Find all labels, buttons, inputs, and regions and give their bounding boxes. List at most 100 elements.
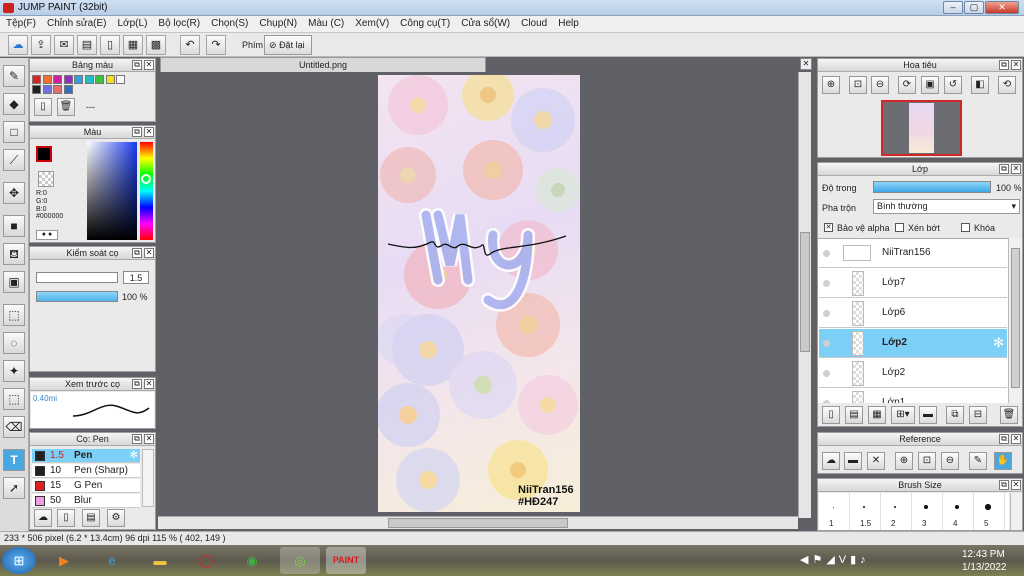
duplicate-layer-icon[interactable]: ⧉ [946, 406, 964, 424]
vertical-scrollbar[interactable] [798, 72, 811, 518]
ref-hand-icon[interactable]: ✋ [994, 452, 1012, 470]
navigator-preview[interactable] [881, 100, 962, 156]
layer-opacity-slider[interactable] [873, 181, 991, 193]
palette-swatch[interactable] [116, 75, 125, 84]
visibility-toggle[interactable] [823, 370, 830, 377]
detach-icon[interactable]: ⧉ [132, 60, 142, 70]
detach-icon[interactable]: ⧉ [999, 434, 1009, 444]
menu-item-7[interactable]: Xem(V) [349, 16, 394, 29]
detach-icon[interactable]: ⧉ [132, 379, 142, 389]
clip-checkbox[interactable] [895, 223, 904, 232]
brush-tool-icon[interactable]: ✎ [3, 65, 25, 87]
visibility-toggle[interactable] [823, 310, 830, 317]
menu-item-5[interactable]: Chụp(N) [253, 16, 302, 29]
palette-swatch[interactable] [42, 75, 52, 84]
chrome-icon[interactable]: ◉ [232, 547, 272, 574]
select-rect-tool-icon[interactable]: ⬚ [3, 304, 25, 326]
reset-button[interactable]: ⊘ Đặt lại [264, 35, 312, 55]
maximize-button[interactable]: ▢ [964, 1, 984, 14]
detach-icon[interactable]: ⧉ [999, 480, 1009, 490]
hue-slider[interactable] [140, 142, 153, 240]
brush-cloud-icon[interactable]: ☁ [34, 509, 52, 527]
media-player-icon[interactable]: ▶ [44, 547, 84, 574]
page-icon[interactable]: ▯ [100, 35, 120, 55]
undo-icon[interactable]: ↶ [180, 35, 200, 55]
horizontal-scroll-thumb[interactable] [388, 518, 568, 528]
brush-size-slider[interactable] [36, 272, 118, 283]
menu-item-3[interactable]: Bộ lọc(R) [152, 16, 205, 29]
palette-swatch[interactable] [53, 75, 62, 84]
lock-checkbox[interactable] [961, 223, 970, 232]
close-button[interactable]: ✕ [985, 1, 1019, 14]
menu-item-2[interactable]: Lớp(L) [112, 16, 153, 29]
rotate-icon[interactable]: ⟳ [898, 76, 916, 94]
palette-swatch[interactable] [84, 75, 94, 84]
color-field[interactable] [87, 142, 137, 240]
visibility-toggle[interactable] [823, 400, 830, 403]
refresh-icon[interactable]: ⟲ [998, 76, 1016, 94]
ref-cloud-icon[interactable]: ☁ [822, 452, 840, 470]
palette-swatch[interactable] [74, 75, 83, 84]
merge-layer-icon[interactable]: ⊟ [969, 406, 987, 424]
bucket-tool-icon[interactable]: ⛾ [3, 243, 25, 265]
visibility-toggle[interactable] [823, 250, 830, 257]
layer-row[interactable]: Lớp1 [819, 389, 1007, 403]
brush-menu-icon[interactable]: ▤ [82, 509, 100, 527]
zoom-in-icon[interactable]: ⊕ [822, 76, 840, 94]
menu-item-9[interactable]: Cửa sổ(W) [455, 16, 515, 29]
blend-mode-select[interactable]: Bình thường ▾ [873, 199, 1020, 214]
palette-swatch[interactable] [63, 75, 73, 84]
menu-item-4[interactable]: Chọn(S) [205, 16, 253, 29]
palette-swatch[interactable] [63, 85, 73, 94]
brush-size-cell[interactable]: 2 [881, 493, 912, 530]
actual-size-icon[interactable]: ▣ [921, 76, 939, 94]
protect-alpha-checkbox[interactable]: ✕ [824, 223, 833, 232]
artwork[interactable]: NiiTran156 #HĐ247 [378, 75, 580, 512]
menu-item-8[interactable]: Công cụ(T) [394, 16, 455, 29]
brush-size-scrollbar[interactable] [1010, 493, 1022, 530]
menu-item-11[interactable]: Help [552, 16, 584, 29]
operation-tool-icon[interactable]: ➚ [3, 477, 25, 499]
minimize-button[interactable]: – [943, 1, 963, 14]
layer-row[interactable]: NiiTran156 [819, 239, 1007, 268]
detach-icon[interactable]: ⧉ [999, 164, 1009, 174]
ref-eyedropper-icon[interactable]: ✎ [969, 452, 987, 470]
eraser-tool-icon[interactable]: ◆ [3, 93, 25, 115]
message-icon[interactable]: ▤ [77, 35, 97, 55]
layer-row[interactable]: Lớp2 [819, 359, 1007, 388]
detach-icon[interactable]: ⧉ [132, 434, 142, 444]
close-panel-icon[interactable]: ✕ [144, 60, 154, 70]
palette-swatch[interactable] [32, 75, 41, 84]
visibility-toggle[interactable] [823, 280, 830, 287]
menu-item-6[interactable]: Màu (C) [302, 16, 349, 29]
detach-icon[interactable]: ⧉ [132, 248, 142, 258]
palette-swatch[interactable] [53, 85, 62, 94]
brush-item[interactable]: 50 Blur [32, 494, 140, 508]
close-panel-icon[interactable]: ✕ [144, 434, 154, 444]
close-panel-icon[interactable]: ✕ [1011, 164, 1021, 174]
jump-paint-taskbar-icon[interactable]: PAINT [326, 547, 366, 574]
comment-icon[interactable]: ✉ [54, 35, 74, 55]
share-icon[interactable]: ⇪ [31, 35, 51, 55]
canvas-area[interactable]: NiiTran156 #HĐ247 [158, 72, 811, 529]
delete-layer-icon[interactable]: 🗑 [1000, 406, 1018, 424]
new-raster-icon[interactable]: ▤ [845, 406, 863, 424]
layer-row[interactable]: Lớp2 ✻ [819, 329, 1007, 358]
ie-icon[interactable]: e [92, 547, 132, 574]
color-mode-button[interactable]: ● ● [36, 230, 58, 240]
line-tool-icon[interactable]: ⟋ [3, 149, 25, 171]
move-tool-icon[interactable]: ✥ [3, 182, 25, 204]
brush-size-cell[interactable]: 1 [819, 493, 850, 530]
new-text-layer-icon[interactable]: ▦ [868, 406, 886, 424]
palette-swatch[interactable] [32, 85, 41, 94]
brush-scrollbar[interactable] [142, 449, 154, 507]
brush-size-cell[interactable]: 5 [974, 493, 1005, 530]
ref-open-icon[interactable]: ▬ [844, 452, 862, 470]
hue-handle[interactable] [141, 174, 151, 184]
new-layer-icon[interactable]: ▯ [822, 406, 840, 424]
layer-row[interactable]: Lớp6 [819, 299, 1007, 328]
zoom-out-icon[interactable]: ⊖ [871, 76, 889, 94]
brush-size-field[interactable]: 1.5 [123, 271, 149, 284]
fill-rect-tool-icon[interactable]: ■ [3, 215, 25, 237]
transparent-swatch[interactable] [38, 171, 54, 187]
